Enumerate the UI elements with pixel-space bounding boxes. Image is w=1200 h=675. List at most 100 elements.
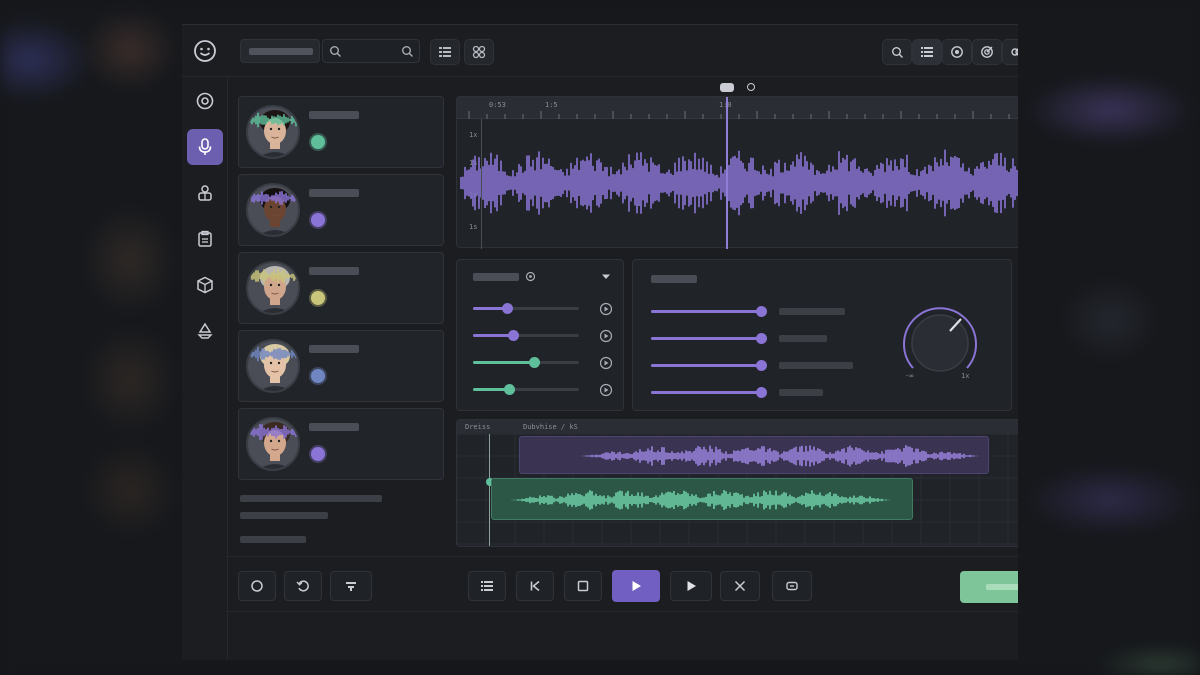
avatar (246, 105, 300, 159)
sidebar-item-recycle[interactable] (187, 313, 223, 349)
mix-slider[interactable] (651, 360, 767, 371)
slider-handle[interactable] (756, 387, 767, 398)
voice-preview-waveform (333, 129, 437, 155)
voice-color-dot[interactable] (311, 213, 325, 227)
settings-icon[interactable] (525, 271, 536, 282)
list-icon[interactable] (912, 39, 942, 65)
knob-min-label: -∞ (905, 372, 914, 380)
loop-icon[interactable] (772, 571, 812, 601)
knob-max-label: 1x (961, 372, 970, 380)
playhead-line[interactable] (726, 97, 728, 249)
voice-preview-waveform (333, 363, 437, 389)
voice-color-dot[interactable] (311, 135, 325, 149)
record-icon (196, 92, 214, 110)
sidebar-item-clipboard[interactable] (187, 221, 223, 257)
voice-card[interactable] (238, 330, 444, 402)
timeline-ruler[interactable]: 0:53 1:5 1:0 (457, 97, 1018, 119)
play-button[interactable] (612, 570, 660, 602)
waveform-path (581, 445, 979, 467)
sidebar-item-package[interactable] (187, 267, 223, 303)
waveform-panel[interactable]: 0:53 1:5 1:0 1x 1s 1s 1s (456, 96, 1018, 249)
voice-name (309, 111, 359, 119)
slider-handle[interactable] (504, 384, 516, 395)
voice-name (309, 267, 359, 275)
split-icon[interactable] (330, 571, 372, 601)
sidebar-item-voice[interactable] (187, 129, 223, 165)
sidebar-item-robot[interactable] (187, 175, 223, 211)
voice-color-dot[interactable] (311, 291, 325, 305)
ruler-label: 1:5 (545, 101, 558, 109)
voice-name (309, 189, 359, 197)
search-input[interactable] (322, 39, 420, 63)
undo-icon[interactable] (284, 571, 322, 601)
voice-preview-waveform (333, 441, 437, 467)
voice-card[interactable] (238, 408, 444, 480)
project-name-field[interactable] (240, 39, 320, 63)
clip-purple[interactable] (519, 436, 989, 474)
info-line (240, 512, 328, 519)
list-icon[interactable] (468, 571, 506, 601)
grid-icon[interactable] (464, 39, 494, 65)
slider-handle[interactable] (508, 330, 520, 341)
voice-color-dot[interactable] (311, 447, 325, 461)
effect-slider[interactable] (473, 303, 579, 314)
mix-slider[interactable] (651, 306, 767, 317)
slider-handle[interactable] (756, 333, 767, 344)
voice-card[interactable] (238, 96, 444, 168)
stop-icon[interactable] (564, 571, 602, 601)
sidebar-item-record[interactable] (187, 83, 223, 119)
marker-icon[interactable] (747, 83, 755, 91)
export-button[interactable] (960, 571, 1018, 603)
slider-handle[interactable] (756, 360, 767, 371)
avatar (246, 417, 300, 471)
play-circle-icon[interactable] (599, 328, 613, 343)
clip-waveform (511, 490, 891, 510)
camera-icon[interactable] (942, 39, 972, 65)
mix-value-label (779, 389, 823, 396)
main-waveform[interactable] (457, 119, 1018, 249)
slider-handle[interactable] (529, 357, 541, 368)
mix-slider[interactable] (651, 387, 767, 398)
ruler-ticks (468, 111, 1010, 119)
effect-slider[interactable] (473, 384, 579, 395)
avatar (246, 261, 300, 315)
clipboard-icon (198, 230, 212, 247)
track-playhead[interactable] (489, 434, 490, 546)
play-icon (632, 581, 641, 591)
list-icon[interactable] (430, 39, 460, 65)
microphone-icon (198, 138, 212, 155)
voice-preview-waveform (333, 207, 437, 233)
slider-handle[interactable] (501, 303, 513, 314)
slider-handle[interactable] (756, 306, 767, 317)
mix-value-label (779, 335, 827, 342)
tracks-panel: Dreiss Dubvhise / kS (456, 419, 1018, 547)
transport-bar (228, 556, 1018, 612)
play-circle-icon[interactable] (599, 382, 613, 397)
effect-slider[interactable] (473, 330, 579, 341)
skip-back-icon[interactable] (516, 571, 554, 601)
clip-waveform (581, 445, 979, 467)
voice-name (309, 423, 359, 431)
voice-color-dot[interactable] (311, 369, 325, 383)
clip-green[interactable] (491, 478, 913, 520)
smiley-icon[interactable] (192, 38, 218, 64)
search-icon[interactable] (401, 45, 414, 58)
target-icon[interactable] (972, 39, 1002, 65)
play-circle-icon[interactable] (599, 301, 613, 316)
effect-slider[interactable] (473, 357, 579, 368)
gain-knob[interactable]: -∞ 1x (895, 298, 985, 388)
search-icon[interactable] (882, 39, 912, 65)
info-line (240, 495, 382, 502)
tracks-header: Dreiss Dubvhise / kS (457, 420, 1018, 434)
circle-icon[interactable] (238, 571, 276, 601)
playhead-handle[interactable] (720, 83, 734, 92)
chevron-down-icon[interactable] (601, 273, 611, 281)
play-circle-icon[interactable] (599, 355, 613, 370)
shuffle-icon[interactable] (720, 571, 760, 601)
voice-card[interactable] (238, 252, 444, 324)
ruler-label: 0:53 (489, 101, 506, 109)
mix-slider[interactable] (651, 333, 767, 344)
voice-card[interactable] (238, 174, 444, 246)
play-next-icon[interactable] (670, 571, 712, 601)
link-icon[interactable] (1002, 39, 1018, 65)
